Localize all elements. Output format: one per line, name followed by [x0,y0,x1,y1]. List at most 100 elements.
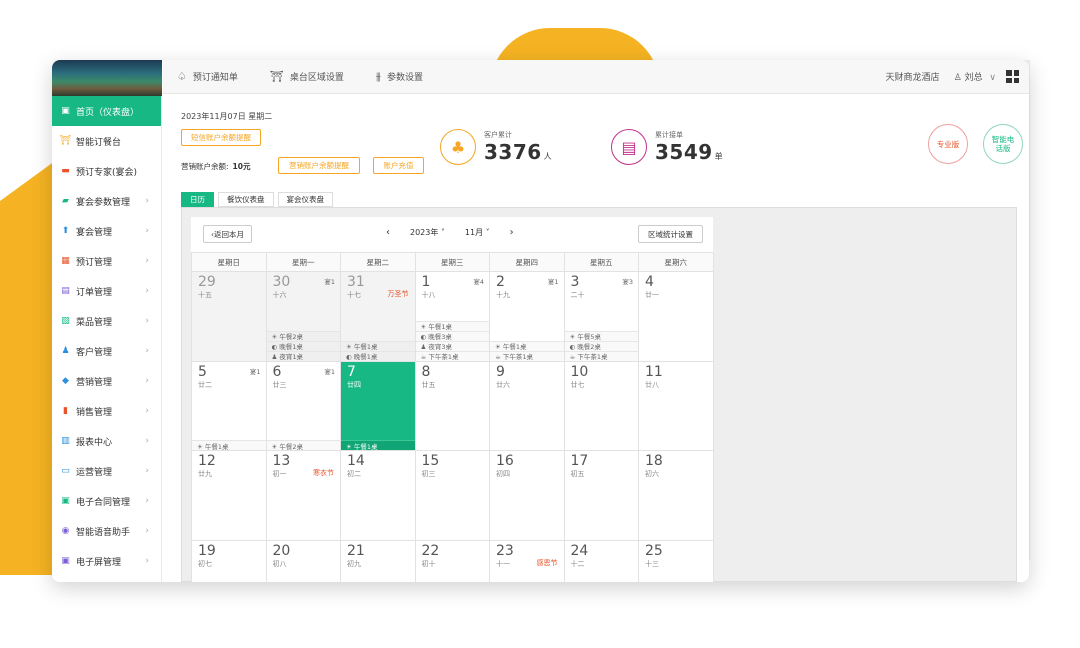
weekday-header: 星期三 [415,253,490,272]
sidebar-item[interactable]: ⛩ 智能订餐台 [52,126,161,156]
tab-2[interactable]: 宴会仪表盘 [277,192,333,207]
qr-code-icon[interactable] [1006,70,1019,83]
calendar-day[interactable]: 20 初八 [266,540,341,582]
reservation-entry[interactable]: ☀ 午餐2桌 [266,330,340,341]
calendar-day[interactable]: 23 十一 感恩节 [490,540,565,582]
reservation-entry[interactable]: ☀ 午餐2桌 [266,440,340,450]
sidebar-item-label: 电子屏管理 [76,557,122,568]
version-badge[interactable]: 专业版 [928,124,968,164]
sidebar-item-label: 电子合同管理 [76,497,131,508]
calendar-day[interactable]: 13 初一 寒衣节 [266,451,341,541]
sidebar-item[interactable]: ▭ 运营管理 › [52,456,161,486]
sidebar-item[interactable]: ▣ 首页（仪表盘） [52,96,161,126]
calendar-day[interactable]: 24 十二 [564,540,639,582]
tab-1[interactable]: 餐饮仪表盘 [218,192,274,207]
sidebar-item[interactable]: ▦ 预订管理 › [52,246,161,276]
sidebar-item[interactable]: ▥ 报表中心 › [52,426,161,456]
calendar-day[interactable]: 21 初九 [341,540,416,582]
year-select[interactable]: 2023年 ˅ [410,227,445,238]
zone-statistics-settings-button[interactable]: 区域统计设置 [638,225,703,243]
reservation-entry[interactable]: ◐ 晚餐1桌 [341,350,415,361]
calendar-day[interactable]: 5 廿二 宴1 ☀ 午餐1桌 [192,361,267,451]
calendar-day[interactable]: 14 初二 [341,451,416,541]
version-badge[interactable]: 智能电话版 [983,124,1023,164]
reservation-entry[interactable]: ☀ 午餐1桌 [341,440,415,450]
reservation-entry[interactable]: ☀ 午餐1桌 [415,320,489,331]
calendar-day[interactable]: 16 初四 [490,451,565,541]
month-select[interactable]: 11月 ˅ [465,227,490,238]
calendar-day[interactable]: 10 廿七 [564,361,639,451]
calendar-day[interactable]: 17 初五 [564,451,639,541]
hotel-name: 天财商龙酒店 [885,73,940,83]
calendar-day[interactable]: 1 十八 宴4 ☀ 午餐1桌 ◐ 晚餐3桌 ♟ 夜宵3桌 ☕ 下午茶1桌 [415,272,490,362]
reservation-entry[interactable]: ☕ 下午茶1桌 [490,350,564,361]
calendar-grid: 星期日 星期一 星期二 星期三 星期四 星期五 星期六 29 十五 30 十六 宴1 ☀ 午餐2桌 ◐ 晚… [191,252,714,582]
top-nav-item[interactable]: ⫵ 参数设置 [376,70,423,84]
prev-month-button[interactable]: ‹ [386,227,390,238]
sidebar-item[interactable]: ▧ 菜品管理 › [52,306,161,336]
sidebar-item[interactable]: ▣ 电子屏管理 › [52,546,161,576]
chevron-right-icon: › [145,196,149,206]
calendar-day[interactable]: 30 十六 宴1 ☀ 午餐2桌 ◐ 晚餐1桌 ♟ 夜宵1桌 [266,272,341,362]
top-nav-item[interactable]: ♤ 预订通知单 [177,70,238,83]
calendar-day[interactable]: 31 十七 万圣节 ☀ 午餐1桌 ◐ 晚餐1桌 [341,272,416,362]
day-number: 31 [347,274,365,290]
calendar-day[interactable]: 19 初七 [192,540,267,582]
calendar-day[interactable]: 22 初十 [415,540,490,582]
reservation-entry[interactable]: ☀ 午餐5桌 [564,330,638,341]
day-number: 9 [496,363,505,380]
tab-0[interactable]: 日历 [181,192,214,207]
reservation-entry[interactable]: ☕ 下午茶1桌 [564,350,638,361]
banquet-icon: ⬆ [61,226,70,236]
calendar-day[interactable]: 2 十九 宴1 ☀ 午餐1桌 ☕ 下午茶1桌 [490,272,565,362]
sidebar-item[interactable]: ⬆ 宴会管理 › [52,216,161,246]
calendar-day[interactable]: 8 廿五 [415,361,490,451]
user-menu[interactable]: ♙ 刘总 ∨ [954,70,996,83]
next-month-button[interactable]: › [510,227,514,238]
calendar-day[interactable]: 9 廿六 [490,361,565,451]
reservation-entry[interactable]: ☀ 午餐1桌 [341,340,415,351]
day-number: 13 [272,453,291,469]
sidebar-item[interactable]: ▰ 宴会参数管理 › [52,186,161,216]
reservation-entry[interactable]: ♟ 夜宵1桌 [266,350,340,361]
sidebar-menu: ▣ 首页（仪表盘） ⛩ 智能订餐台 ▬ 预订专家(宴会) ▰ 宴会参数管理 › ⬆ 宴会管理 › ▦ 预订… [52,96,161,576]
calendar-day[interactable]: 11 廿八 [639,361,714,451]
reservation-entry[interactable]: ☀ 午餐1桌 [490,340,564,351]
reservation-entry[interactable]: ☀ 午餐1桌 [192,440,266,450]
reservation-entry[interactable]: ◐ 晚餐1桌 [266,340,340,351]
reservation-entry[interactable]: ☕ 下午茶1桌 [415,350,489,361]
reservation-entry[interactable]: ◐ 晚餐2桌 [564,340,638,351]
stat-value-line: 3376 人 [484,140,552,164]
day-number: 22 [421,542,440,559]
sidebar-item[interactable]: ♟ 客户管理 › [52,336,161,366]
calendar-day[interactable]: 25 十三 [639,540,714,582]
banquet-count: 宴3 [622,278,633,286]
sidebar-item[interactable]: ◉ 智能语音助手 › [52,516,161,546]
calendar-panel: ‹返回本月 ‹ 2023年 ˅ 11月 ˅ › 区域统计设置 星期日 星期一 星期二… [181,207,1017,582]
sidebar-item[interactable]: ▤ 订单管理 › [52,276,161,306]
calendar-day[interactable]: 12 廿九 [192,451,267,541]
calendar-day[interactable]: 3 二十 宴3 ☀ 午餐5桌 ◐ 晚餐2桌 ☕ 下午茶1桌 [564,272,639,362]
day-number: 14 [347,453,365,469]
recharge-button[interactable]: 账户充值 [373,157,424,174]
sms-balance-reminder-button[interactable]: 短信账户余额提醒 [181,129,261,146]
sidebar-item[interactable]: ▬ 预订专家(宴会) [52,156,161,186]
reservation-entry[interactable]: ◐ 晚餐3桌 [415,330,489,341]
back-to-current-month-button[interactable]: ‹返回本月 [203,225,252,243]
calendar-day[interactable]: 7 廿四 ☀ 午餐1桌 [341,361,416,451]
sidebar-item[interactable]: ▣ 电子合同管理 › [52,486,161,516]
calendar-day[interactable]: 29 十五 [192,272,267,362]
sidebar-item[interactable]: ◆ 营销管理 › [52,366,161,396]
top-nav-item[interactable]: ⛩ 桌台区域设置 [270,70,344,83]
calendar-day[interactable]: 6 廿三 宴1 ☀ 午餐2桌 [266,361,341,451]
reservation-list: ☀ 午餐1桌 ☕ 下午茶1桌 [490,340,564,361]
lunar-date: 初四 [496,470,510,478]
calendar-day[interactable]: 4 廿一 [639,272,714,362]
calendar-day[interactable]: 18 初六 [639,451,714,541]
sidebar-item[interactable]: ▮ 销售管理 › [52,396,161,426]
reservation-entry[interactable]: ♟ 夜宵3桌 [415,340,489,351]
calendar-day[interactable]: 15 初三 [415,451,490,541]
marketing-balance-reminder-button[interactable]: 营销账户余额提醒 [278,157,360,174]
sidebar-item-label: 宴会管理 [76,227,113,238]
balance-label: 营销账户余额: [181,162,229,171]
